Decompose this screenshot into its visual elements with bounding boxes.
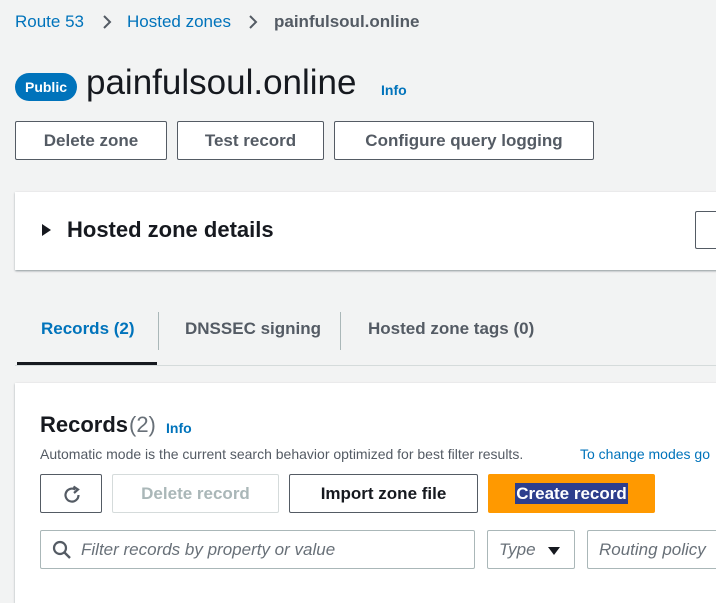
delete-record-button[interactable]: Delete record xyxy=(112,474,279,513)
import-zone-file-button[interactable]: Import zone file xyxy=(289,474,478,513)
type-filter-select[interactable]: Type xyxy=(487,530,575,569)
routing-policy-filter-label: Routing policy xyxy=(599,540,706,559)
hosted-zone-details-title: Hosted zone details xyxy=(67,217,274,242)
chevron-right-icon xyxy=(103,15,112,29)
tab-dnssec-signing[interactable]: DNSSEC signing xyxy=(185,318,321,340)
breadcrumb-current: painfulsoul.online xyxy=(274,12,420,31)
tab-hosted-zone-tags[interactable]: Hosted zone tags (0) xyxy=(368,318,534,340)
hosted-zone-details-toggle[interactable]: Hosted zone details xyxy=(15,192,315,270)
tab-divider xyxy=(158,312,159,350)
edit-hosted-zone-button[interactable] xyxy=(695,211,716,249)
public-badge: Public xyxy=(15,73,77,101)
test-record-button[interactable]: Test record xyxy=(177,121,324,160)
filter-records-placeholder: Filter records by property or value xyxy=(81,540,336,559)
records-count: (2) xyxy=(129,412,156,437)
create-record-button[interactable]: Create record xyxy=(488,474,655,513)
caret-right-icon xyxy=(42,224,51,236)
configure-query-logging-button[interactable]: Configure query logging xyxy=(334,121,594,160)
tab-divider xyxy=(340,312,341,350)
type-filter-label: Type xyxy=(499,540,536,559)
hosted-zone-details-panel: Hosted zone details xyxy=(15,192,716,270)
chevron-right-icon xyxy=(249,15,258,29)
refresh-button[interactable] xyxy=(40,474,102,513)
tab-baseline xyxy=(15,365,716,366)
caret-down-icon xyxy=(548,547,560,555)
tab-records[interactable]: Records (2) xyxy=(41,318,135,340)
filter-records-input[interactable]: Filter records by property or value xyxy=(40,530,475,569)
delete-zone-button[interactable]: Delete zone xyxy=(15,121,167,160)
breadcrumb-route53-link[interactable]: Route 53 xyxy=(15,11,84,33)
records-title: Records xyxy=(40,412,129,437)
refresh-icon xyxy=(64,485,80,503)
records-info-link[interactable]: Info xyxy=(166,419,192,437)
create-record-label: Create record xyxy=(515,482,628,504)
routing-policy-filter-select[interactable]: Routing policy xyxy=(587,530,716,569)
records-description: Automatic mode is the current search beh… xyxy=(40,446,524,462)
search-icon xyxy=(52,540,71,559)
header-info-link[interactable]: Info xyxy=(381,81,407,99)
change-modes-link[interactable]: To change modes go xyxy=(580,445,710,463)
page-title: painfulsoul.online xyxy=(86,63,357,102)
breadcrumb-hosted-zones-link[interactable]: Hosted zones xyxy=(127,11,231,33)
